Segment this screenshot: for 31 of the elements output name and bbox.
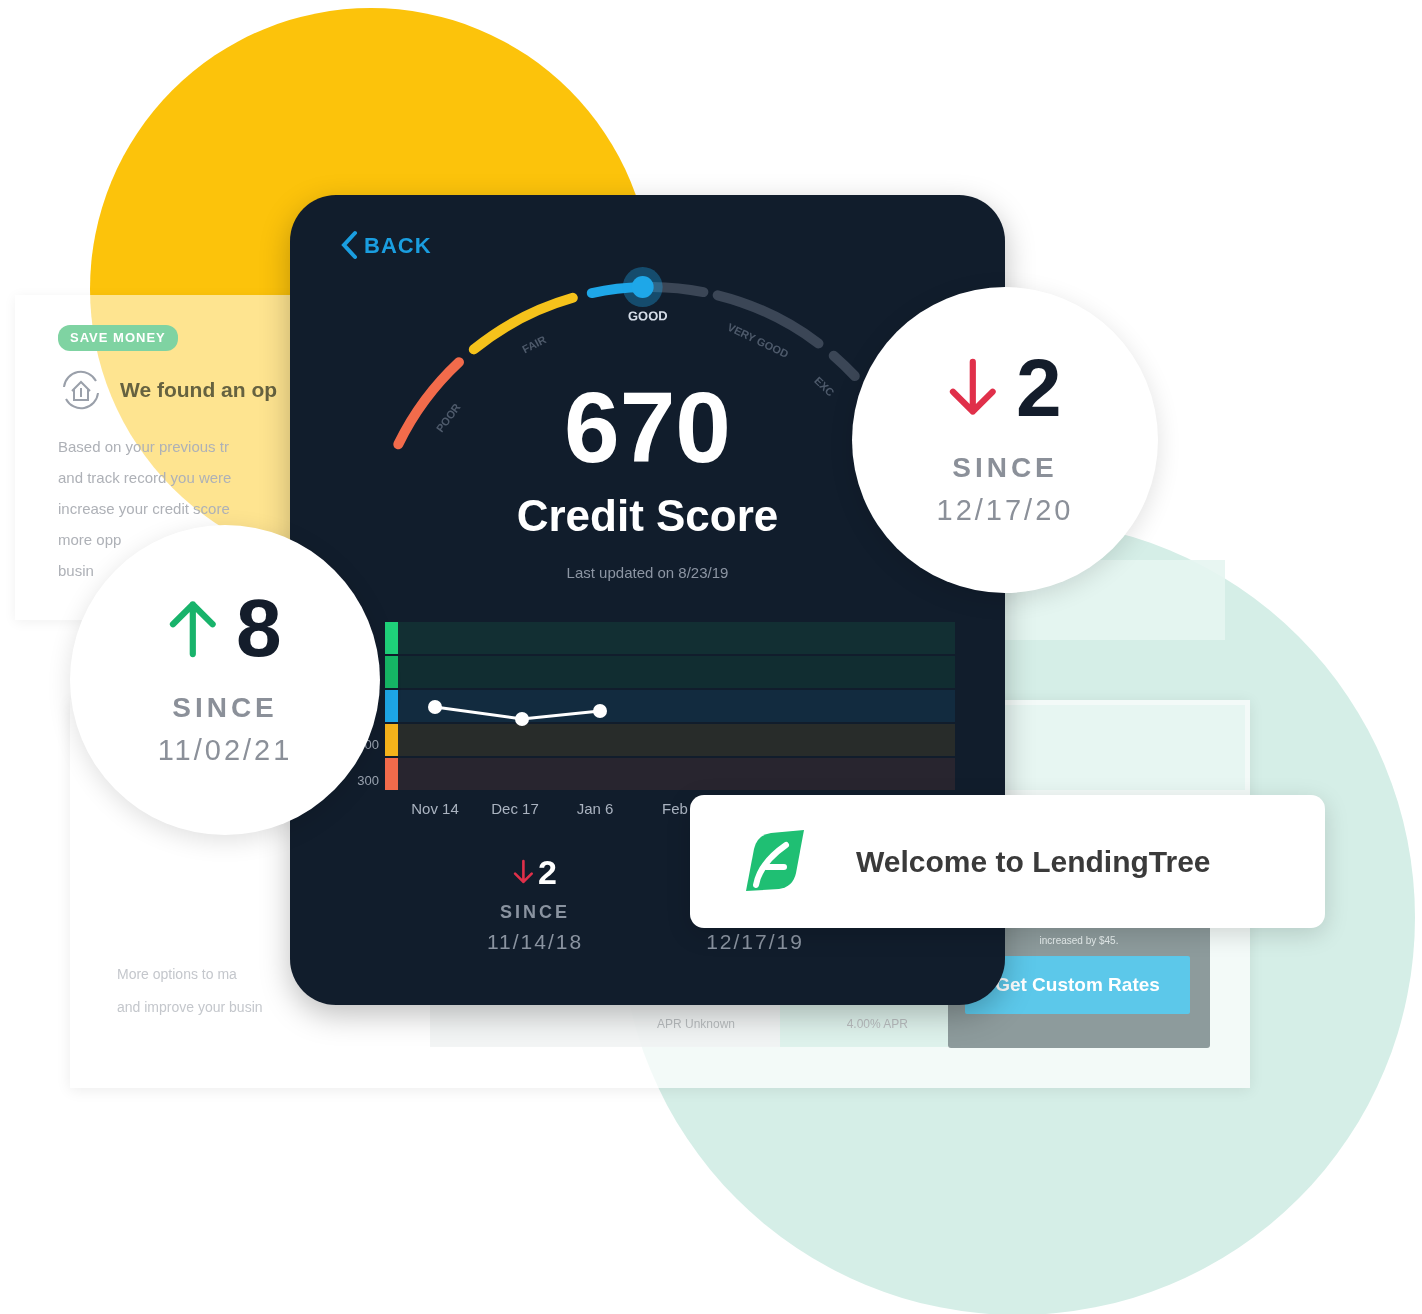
since-label: SINCE bbox=[952, 451, 1058, 486]
change-value: 2 bbox=[537, 854, 557, 889]
data-point bbox=[428, 700, 442, 714]
axis-label: Jan 6 bbox=[575, 799, 615, 819]
data-point bbox=[515, 712, 529, 726]
since-label: SINCE bbox=[499, 900, 571, 924]
welcome-text: Welcome to LendingTree bbox=[856, 844, 1211, 880]
credit-score-title: Credit Score bbox=[516, 492, 779, 541]
axis-label: Dec 17 bbox=[490, 799, 540, 819]
gauge-knob-icon bbox=[622, 267, 663, 308]
gauge-label: GOOD bbox=[627, 308, 668, 324]
rates-text: More options to ma and improve your busin bbox=[117, 965, 263, 1017]
credit-score-value: 670 bbox=[564, 377, 731, 477]
change-value: 2 bbox=[1016, 347, 1062, 430]
back-link[interactable]: BACK bbox=[340, 230, 432, 260]
data-point bbox=[593, 704, 607, 718]
gauge-label: FAIR bbox=[520, 333, 548, 356]
since-date: 11/02/21 bbox=[157, 733, 293, 769]
axis-label: Feb bbox=[661, 799, 689, 819]
change-value: 8 bbox=[236, 587, 282, 670]
since-date: 12/17/19 bbox=[705, 928, 805, 955]
axis-label: Nov 14 bbox=[410, 799, 460, 819]
offer-title: We found an op bbox=[120, 376, 278, 403]
since-date: 12/17/20 bbox=[936, 493, 1074, 529]
chevron-left-icon bbox=[340, 230, 358, 260]
since-date: 11/14/18 bbox=[485, 928, 585, 955]
note-text: increased by $45. bbox=[1038, 934, 1120, 948]
since-label: SINCE bbox=[172, 691, 278, 726]
badge: SAVE MONEY bbox=[58, 325, 178, 351]
last-updated-text: Last updated on 8/23/19 bbox=[566, 563, 729, 584]
axis-label: 300 bbox=[357, 771, 379, 790]
